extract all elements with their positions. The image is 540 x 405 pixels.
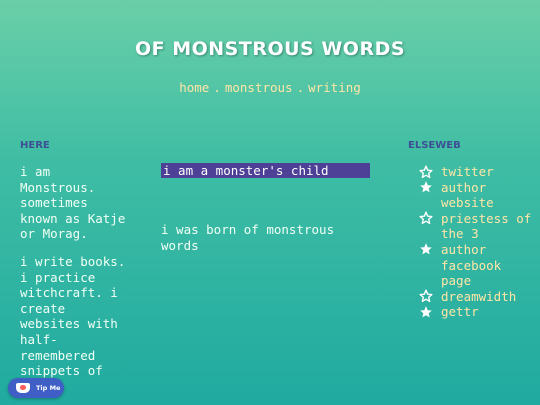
star-filled-icon bbox=[419, 242, 441, 257]
highlight-banner: i am a monster's child bbox=[161, 163, 370, 178]
author-website-link[interactable]: author website bbox=[441, 180, 533, 211]
here-paragraph: i write books. i practice witchcraft. i … bbox=[20, 253, 126, 379]
star-outline-icon bbox=[419, 289, 441, 304]
priestess-link[interactable]: priestess of the 3 bbox=[441, 211, 533, 242]
link-row: gettr bbox=[419, 304, 539, 320]
star-outline-icon bbox=[419, 164, 441, 179]
nav-separator: . bbox=[213, 80, 221, 95]
author-facebook-link[interactable]: author facebook page bbox=[441, 242, 533, 289]
top-nav: home. monstrous. writing bbox=[0, 80, 540, 95]
nav-monstrous-link[interactable]: monstrous bbox=[225, 80, 293, 95]
link-row: author website bbox=[419, 180, 539, 211]
tip-me-button[interactable]: Tip Me bbox=[8, 378, 64, 398]
tip-me-label: Tip Me bbox=[36, 384, 61, 392]
nav-home-link[interactable]: home bbox=[179, 80, 209, 95]
link-row: twitter bbox=[419, 164, 539, 180]
gettr-link[interactable]: gettr bbox=[441, 304, 533, 320]
here-paragraph: i am Monstrous. sometimes known as Katje… bbox=[20, 164, 126, 242]
link-row: priestess of the 3 bbox=[419, 211, 539, 242]
star-outline-icon bbox=[419, 211, 441, 226]
dreamwidth-link[interactable]: dreamwidth bbox=[441, 289, 533, 305]
coffee-cup-icon bbox=[16, 383, 30, 393]
link-row: dreamwidth bbox=[419, 289, 539, 305]
site-title: OF MONSTROUS WORDS bbox=[134, 38, 406, 60]
here-section: i am Monstrous. sometimes known as Katje… bbox=[20, 164, 132, 391]
twitter-link[interactable]: twitter bbox=[441, 164, 533, 180]
star-filled-icon bbox=[419, 304, 441, 319]
here-heading: HERE bbox=[20, 140, 50, 151]
elseweb-links: twitter author website priestess of the … bbox=[419, 164, 539, 320]
nav-separator: . bbox=[296, 80, 305, 95]
link-row: author facebook page bbox=[419, 242, 539, 289]
star-filled-icon bbox=[419, 180, 441, 195]
main-subtext: i was born of monstrous words bbox=[161, 222, 335, 253]
elseweb-heading: ELSEWEB bbox=[408, 140, 461, 151]
nav-writing-link[interactable]: writing bbox=[308, 80, 361, 95]
